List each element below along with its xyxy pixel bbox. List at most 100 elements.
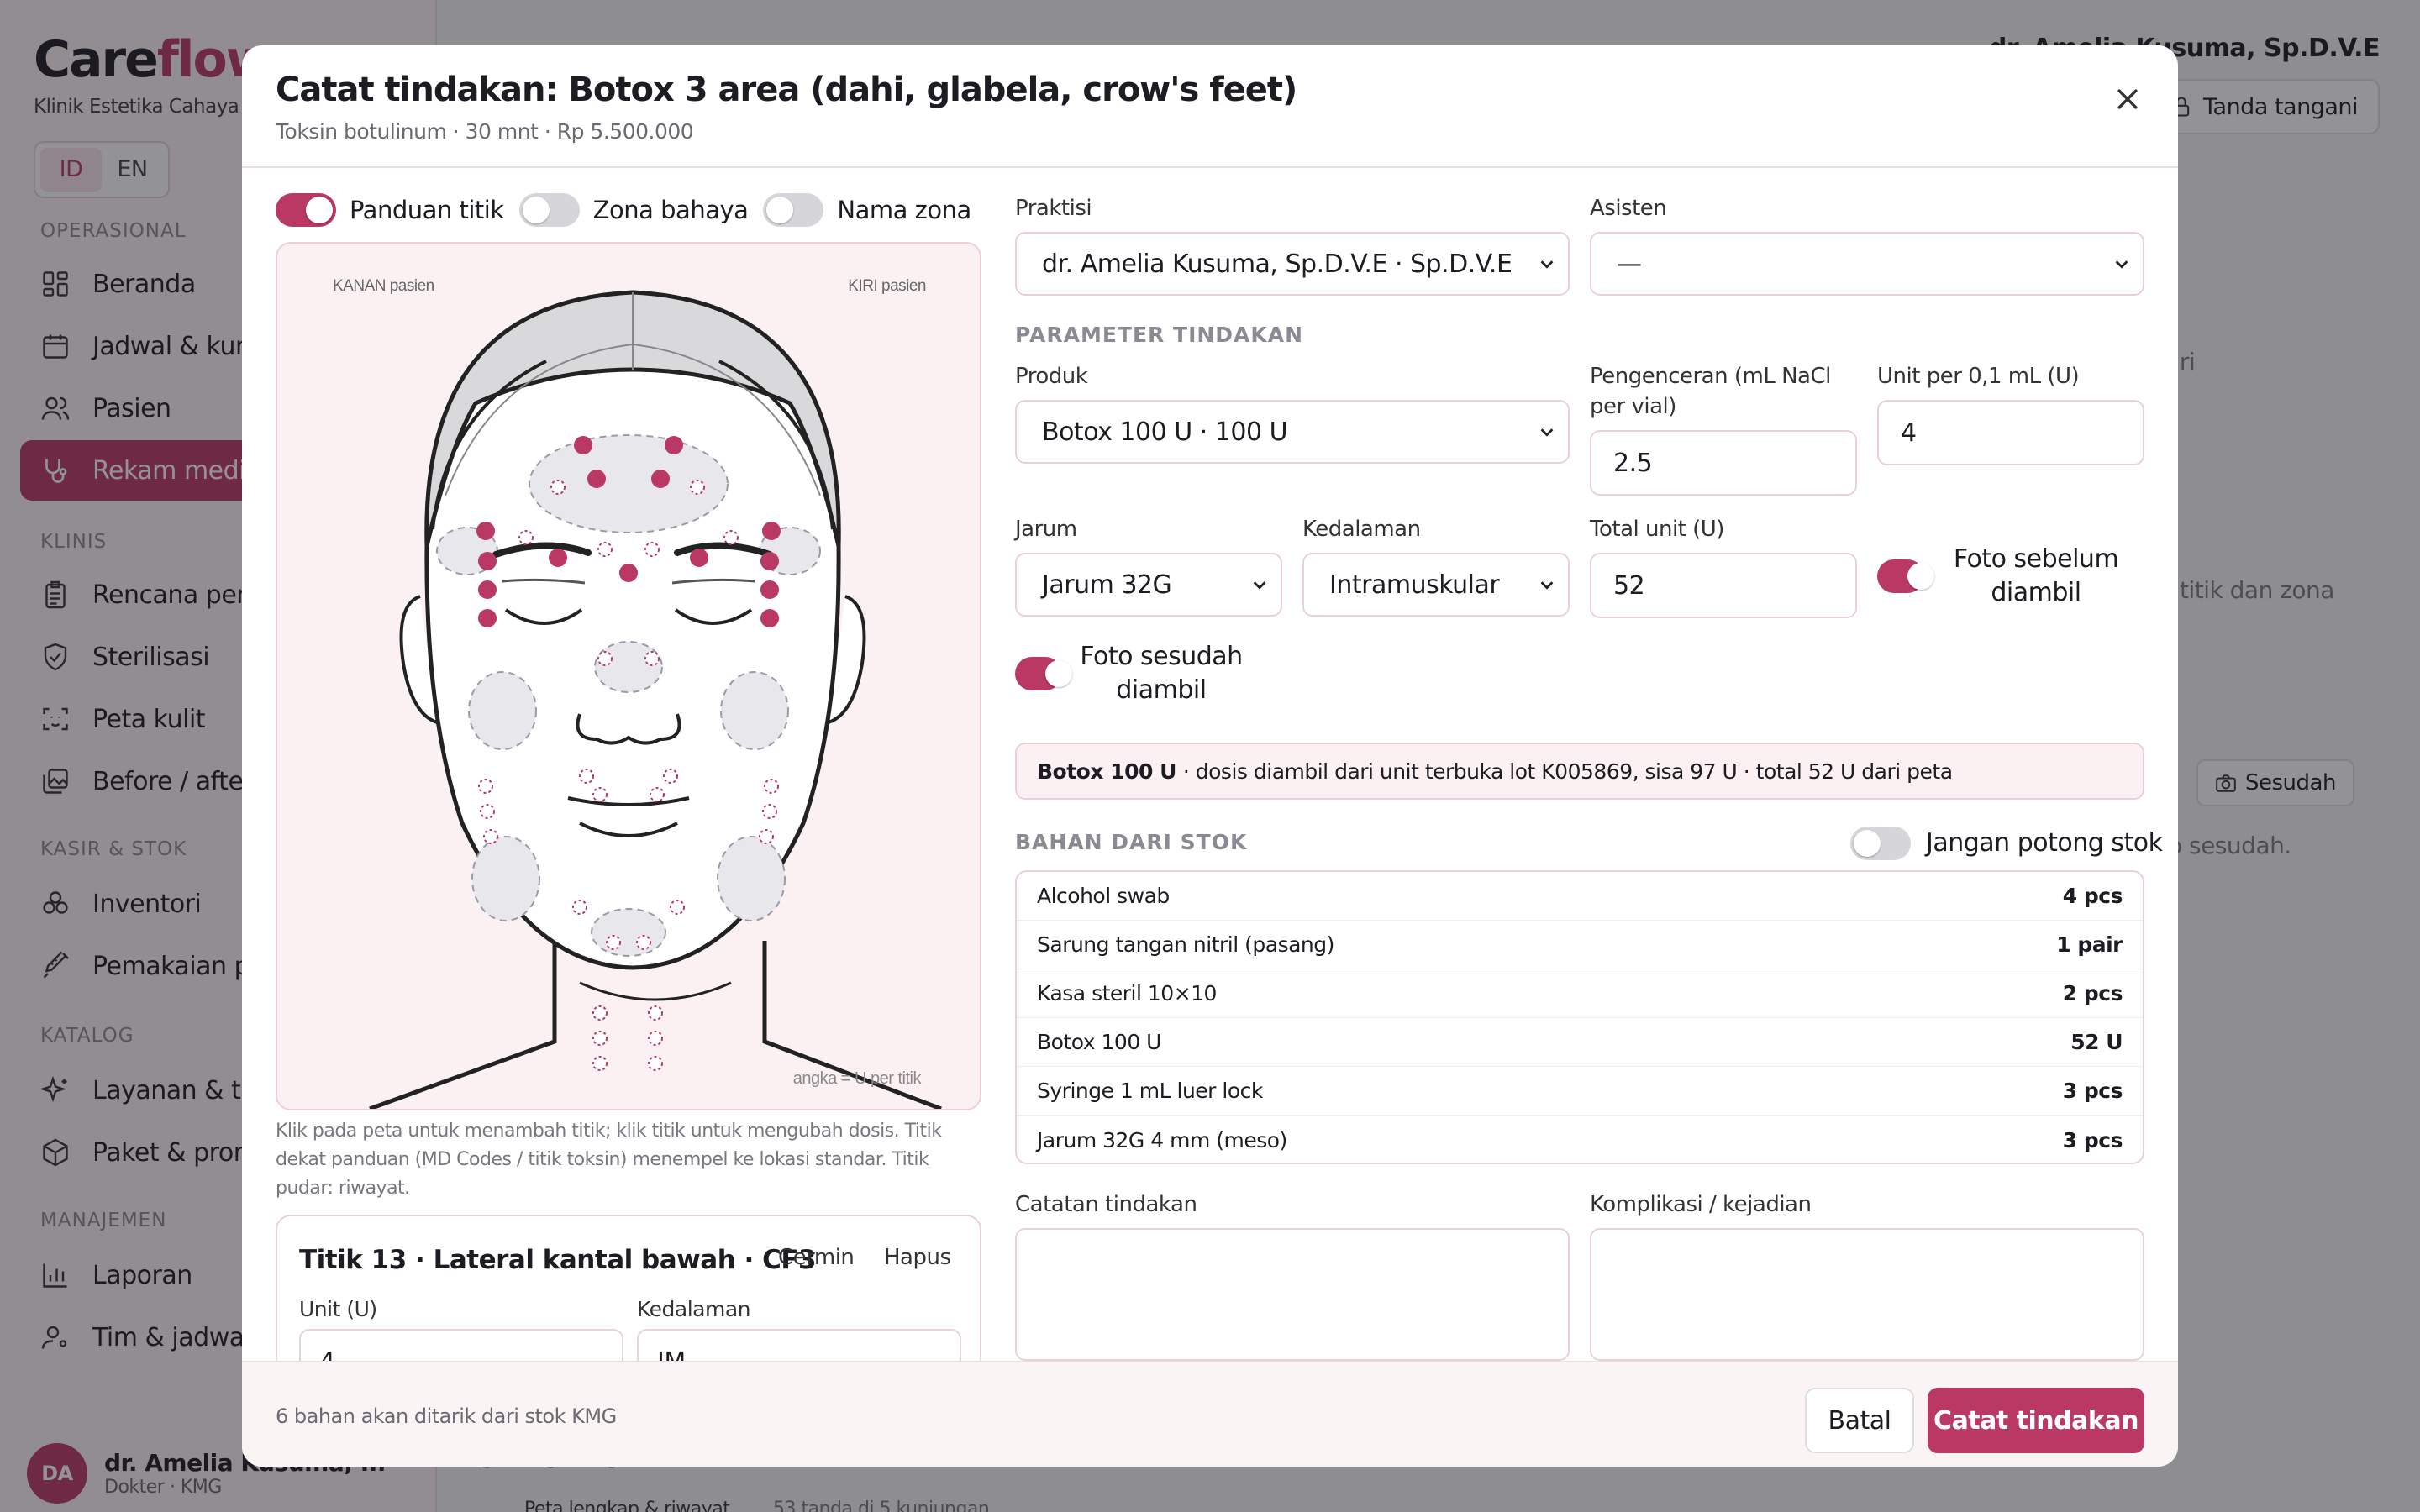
cancel-button[interactable]: Batal: [1805, 1388, 1914, 1453]
guide-point[interactable]: [670, 900, 685, 915]
guide-point[interactable]: [644, 651, 660, 666]
guide-point[interactable]: [518, 530, 534, 545]
toggle-label: Nama zona: [837, 196, 971, 224]
map-toggles: Panduan titik Zona bahaya Nama zona: [276, 193, 986, 227]
map-hint: Klik pada peta untuk menambah titik; kli…: [276, 1121, 942, 1199]
guide-point[interactable]: [764, 779, 779, 794]
practitioner-label: Praktisi: [1015, 196, 1092, 221]
guide-point[interactable]: [644, 542, 660, 557]
guide-point[interactable]: [597, 542, 613, 557]
guide-point[interactable]: [579, 769, 594, 784]
notes-label: Catatan tindakan: [1015, 1192, 1197, 1217]
product-label: Produk: [1015, 364, 1088, 389]
injection-point[interactable]: [665, 436, 683, 454]
assistant-select[interactable]: —: [1590, 232, 2144, 296]
injection-point[interactable]: [690, 549, 708, 567]
unit-per-input[interactable]: 4: [1877, 400, 2144, 465]
close-button[interactable]: [2104, 76, 2151, 123]
product-select[interactable]: Botox 100 U · 100 U: [1015, 400, 1570, 464]
guide-point[interactable]: [592, 1005, 608, 1021]
photo-after-toggle-row: Foto sesudah diambil: [1015, 640, 1245, 707]
delete-point-button[interactable]: Hapus: [884, 1245, 951, 1270]
complication-textarea[interactable]: [1590, 1228, 2144, 1361]
guide-point[interactable]: [478, 779, 493, 794]
injection-point[interactable]: [762, 522, 781, 540]
toggle-label: Panduan titik: [350, 196, 504, 224]
guide-point[interactable]: [759, 829, 774, 844]
guide-point[interactable]: [572, 900, 587, 915]
point-title: Titik 13 · Lateral kantal bawah · CF3: [299, 1245, 817, 1275]
injection-point[interactable]: [549, 549, 567, 567]
toggle-zona-bahaya[interactable]: [518, 193, 580, 227]
guide-point[interactable]: [483, 829, 498, 844]
notes-textarea[interactable]: [1015, 1228, 1570, 1361]
depth-select[interactable]: Intramuskular: [1302, 553, 1570, 617]
mirror-button[interactable]: Cermin: [778, 1245, 855, 1270]
guide-point[interactable]: [606, 935, 621, 950]
guide-point[interactable]: [762, 804, 777, 819]
modal-footer: 6 bahan akan ditarik dari stok KMG Batal…: [242, 1361, 2178, 1467]
needle-label: Jarum: [1015, 517, 1077, 542]
map-label-left: KIRI pasien: [848, 277, 926, 295]
total-unit-input[interactable]: 52: [1590, 553, 1857, 618]
zone-cheek-right[interactable]: [468, 671, 537, 750]
stock-row: Botox 100 U 52 U: [1017, 1018, 2143, 1067]
injection-point[interactable]: [651, 470, 670, 488]
photo-before-toggle-row: Foto sebelum diambil: [1877, 543, 2133, 610]
needle-select[interactable]: Jarum 32G: [1015, 553, 1282, 617]
injection-point[interactable]: [760, 552, 779, 570]
point-unit-label: Unit (U): [299, 1297, 377, 1321]
guide-point[interactable]: [648, 1005, 663, 1021]
stock-row: Sarung tangan nitril (pasang) 1 pair: [1017, 921, 2143, 969]
footer-info: 6 bahan akan ditarik dari stok KMG: [276, 1404, 617, 1428]
toggle-photo-before[interactable]: [1877, 559, 1934, 593]
toggle-photo-after[interactable]: [1015, 657, 1072, 690]
modal-header: Catat tindakan: Botox 3 area (dahi, glab…: [242, 45, 2178, 168]
guide-point[interactable]: [650, 787, 665, 802]
dose-info: Botox 100 U · dosis diambil dari unit te…: [1015, 743, 2144, 800]
zone-cheek-left[interactable]: [720, 671, 789, 750]
toggle-nama-zona[interactable]: [763, 193, 824, 227]
practitioner-select[interactable]: dr. Amelia Kusuma, Sp.D.V.E · Sp.D.V.E: [1015, 232, 1570, 296]
zone-nose[interactable]: [594, 641, 663, 693]
chevron-down-icon: [1540, 581, 1554, 590]
unit-per-label: Unit per 0,1 mL (U): [1877, 364, 2080, 389]
face-map[interactable]: KANAN pasien KIRI pasien angka = U per t…: [276, 242, 981, 1110]
zone-jaw-right[interactable]: [471, 836, 540, 921]
modal-subtitle: Toksin botulinum · 30 mnt · Rp 5.500.000: [276, 119, 694, 144]
toggle-no-cut[interactable]: [1850, 827, 1911, 860]
injection-point[interactable]: [478, 552, 497, 570]
guide-point[interactable]: [592, 787, 608, 802]
toggle-panduan-titik[interactable]: [276, 193, 336, 227]
face-diagram[interactable]: KANAN pasien KIRI pasien angka = U per t…: [277, 244, 980, 1109]
guide-point[interactable]: [723, 530, 739, 545]
depth-label: Kedalaman: [1302, 517, 1421, 542]
guide-point[interactable]: [636, 935, 651, 950]
dilution-input[interactable]: 2.5: [1590, 430, 1857, 496]
point-depth-label: Kedalaman: [637, 1297, 751, 1321]
injection-point[interactable]: [476, 522, 495, 540]
stock-heading: BAHAN DARI STOK: [1015, 830, 1248, 854]
guide-point[interactable]: [592, 1031, 608, 1046]
record-procedure-modal: Catat tindakan: Botox 3 area (dahi, glab…: [242, 45, 2178, 1467]
guide-point[interactable]: [597, 651, 613, 666]
zone-chin[interactable]: [591, 908, 666, 957]
injection-point[interactable]: [574, 436, 592, 454]
complication-label: Komplikasi / kejadian: [1590, 1192, 1812, 1217]
injection-point[interactable]: [478, 609, 497, 627]
guide-point[interactable]: [663, 769, 678, 784]
guide-point[interactable]: [648, 1056, 663, 1071]
guide-point[interactable]: [648, 1031, 663, 1046]
injection-point[interactable]: [619, 564, 638, 582]
injection-point[interactable]: [587, 470, 606, 488]
guide-point[interactable]: [690, 480, 705, 495]
submit-button[interactable]: Catat tindakan: [1928, 1388, 2144, 1453]
guide-point[interactable]: [550, 480, 566, 495]
guide-point[interactable]: [480, 804, 495, 819]
guide-point[interactable]: [592, 1056, 608, 1071]
injection-point[interactable]: [478, 580, 497, 599]
injection-point[interactable]: [760, 580, 779, 599]
zone-jaw-left[interactable]: [717, 836, 786, 921]
injection-point[interactable]: [760, 609, 779, 627]
params-heading: PARAMETER TINDAKAN: [1015, 323, 1304, 347]
